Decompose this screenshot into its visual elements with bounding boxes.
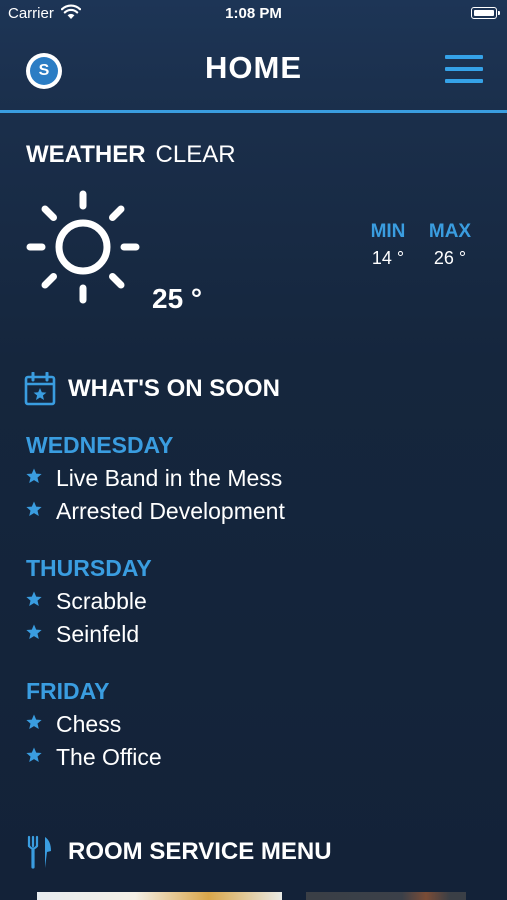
current-temperature: 25 ° bbox=[152, 283, 203, 314]
menu-thumbnail[interactable] bbox=[306, 892, 466, 900]
nav-divider bbox=[0, 110, 507, 113]
star-icon bbox=[26, 624, 42, 639]
event-item[interactable]: Chess bbox=[26, 711, 121, 744]
page-title: HOME bbox=[205, 50, 302, 85]
event-item[interactable]: The Office bbox=[26, 744, 162, 777]
day-name: THURSDAY bbox=[26, 555, 152, 581]
room-service-title: ROOM SERVICE MENU bbox=[68, 838, 332, 865]
clock: 1:08 PM bbox=[225, 5, 282, 22]
event-title: Live Band in the Mess bbox=[56, 465, 283, 491]
event-title: Scrabble bbox=[56, 588, 147, 614]
event-title: Chess bbox=[56, 711, 122, 737]
event-item[interactable]: Seinfeld bbox=[26, 621, 152, 654]
star-icon bbox=[26, 747, 42, 762]
event-title: Arrested Development bbox=[56, 498, 285, 524]
calendar-icon bbox=[24, 372, 56, 406]
weather-condition: CLEAR bbox=[155, 141, 236, 168]
fork-knife-icon bbox=[27, 835, 51, 869]
battery-icon bbox=[471, 7, 500, 19]
status-bar: Carrier 1:08 PM bbox=[0, 0, 507, 28]
whats-on-title: WHAT'S ON SOON bbox=[68, 375, 280, 402]
day-name: FRIDAY bbox=[26, 678, 110, 704]
min-label: MIN bbox=[370, 221, 406, 242]
max-value: 26 ° bbox=[433, 248, 467, 268]
weather-header: WEATHER CLEAR bbox=[26, 141, 236, 169]
day-thursday: THURSDAY Scrabble Seinfeld bbox=[26, 555, 152, 654]
day-friday: FRIDAY Chess The Office bbox=[26, 678, 162, 777]
sun-icon bbox=[26, 190, 140, 304]
event-title: The Office bbox=[56, 744, 162, 770]
event-item[interactable]: Live Band in the Mess bbox=[26, 465, 282, 498]
event-item[interactable]: Scrabble bbox=[26, 588, 152, 621]
menu-thumbnail[interactable] bbox=[37, 892, 282, 900]
min-value: 14 ° bbox=[371, 248, 405, 268]
star-icon bbox=[26, 714, 42, 729]
hamburger-menu-icon[interactable] bbox=[445, 55, 483, 83]
star-icon bbox=[26, 468, 42, 483]
day-name: WEDNESDAY bbox=[26, 432, 174, 458]
max-temperature-block: MAX 26 ° bbox=[425, 221, 475, 269]
weather-label: WEATHER bbox=[26, 141, 146, 168]
nav-bar: S HOME bbox=[0, 28, 507, 110]
day-wednesday: WEDNESDAY Live Band in the Mess Arrested… bbox=[26, 432, 285, 531]
star-icon bbox=[26, 501, 42, 516]
star-icon bbox=[26, 591, 42, 606]
event-title: Seinfeld bbox=[56, 621, 140, 647]
event-item[interactable]: Arrested Development bbox=[26, 498, 285, 531]
min-temperature-block: MIN 14 ° bbox=[366, 221, 410, 269]
max-label: MAX bbox=[428, 221, 472, 242]
